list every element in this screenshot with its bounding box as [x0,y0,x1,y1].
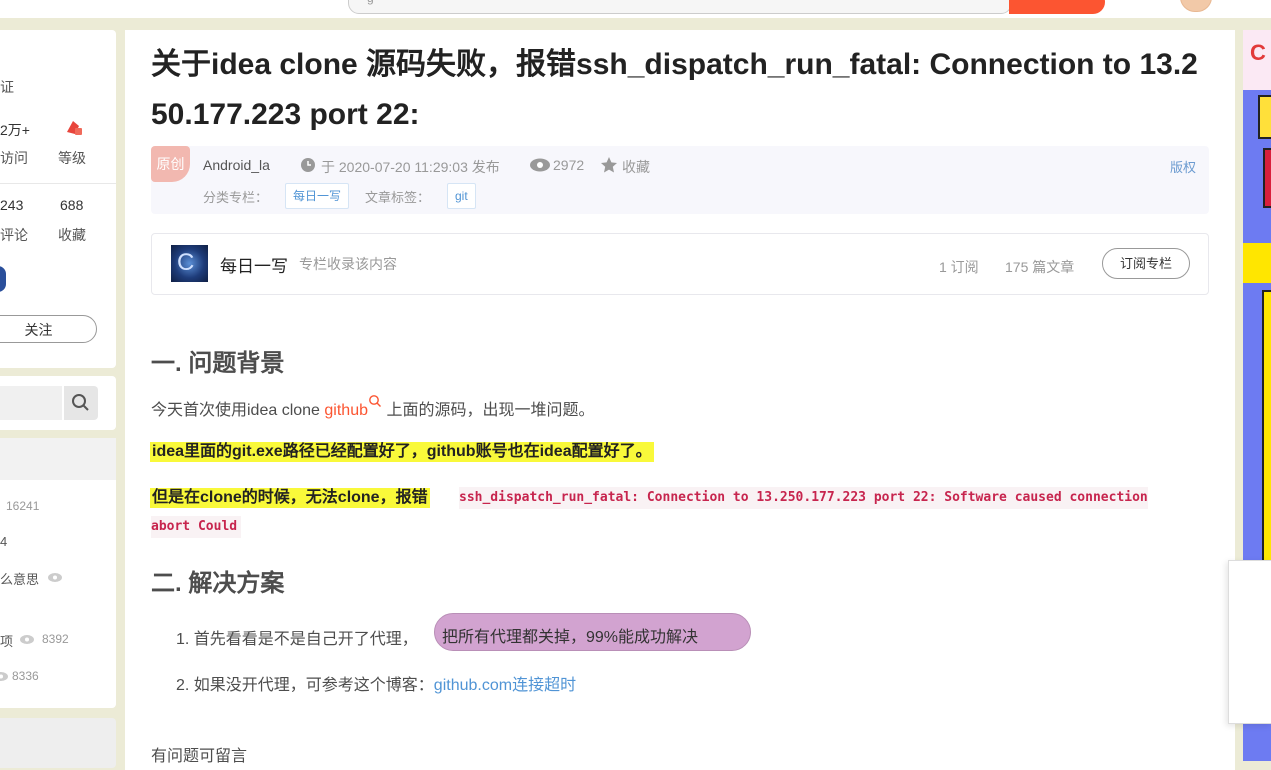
hot-count-5: 8336 [12,669,39,683]
search-icon [72,394,89,411]
highlight-text-2: 但是在clone的时候，无法clone，报错 [150,488,430,508]
view-count: 2972 [553,157,585,173]
ad-decoration [1258,95,1271,139]
paragraph-text: 今天首次使用idea clone [151,402,325,419]
column-logo[interactable]: C [171,245,208,282]
search-input[interactable]: g [348,0,1012,14]
ad-decoration [1243,243,1271,283]
star-icon [601,157,617,173]
original-badge: 原创 [151,146,190,182]
section-heading-1: 一. 问题背景 [151,350,285,377]
level-label: 等级 [58,150,86,166]
eye-icon [0,672,8,681]
search-icon: g [367,0,374,5]
author-name[interactable]: Android_la [203,157,270,173]
copyright-link[interactable]: 版权 [1170,157,1196,176]
category-tag[interactable]: 每日一写 [285,183,350,209]
article-tag[interactable]: git [447,183,476,209]
github-link[interactable]: github [324,402,368,419]
paragraph-1: 今天首次使用idea clone github 上面的源码，出现一堆问题。 [151,394,595,420]
sidebar-search-input[interactable] [0,386,62,420]
error-code-line-1: ssh_dispatch_run_fatal: Connection to 13… [459,487,1148,509]
column-article-count: 175 篇文章 [1005,259,1075,275]
sidebar-search-button[interactable] [64,386,98,420]
ad-decoration [1262,290,1271,564]
column-desc: 专栏收录该内容 [299,256,397,272]
favorites-label: 收藏 [58,227,86,243]
ad-logo-icon: C [1250,40,1266,65]
ad-decoration [1263,148,1271,208]
column-subscribers: 1 订阅 [939,259,979,275]
verify-label: 证 [0,79,14,95]
clock-icon [301,158,315,172]
paragraph-text: 上面的源码，出现一堆问题。 [382,402,595,419]
publish-time: 于 2020-07-20 11:29:03 发布 [321,159,500,175]
comments-value: 243 [0,197,24,213]
hot-title-2[interactable]: 4 [0,534,7,549]
category-label: 分类专栏： [203,190,269,205]
list-item-text: 2. 如果没开代理，可参考这个博客： [176,677,434,694]
list-item-1: 1. 首先看看是不是自己开了代理， [176,631,418,648]
list-item-2: 2. 如果没开代理，可参考这个博客：github.com连接超时 [176,671,576,695]
hot-count-1: 16241 [6,499,40,513]
comments-label: 评论 [0,227,28,243]
search-icon[interactable] [368,394,382,408]
highlight-text-1: idea里面的git.exe路径已经配置好了，github账号也在idea配置好… [150,442,654,462]
subscribe-column-button[interactable]: 订阅专栏 [1102,248,1190,279]
eye-icon [48,573,62,582]
search-button[interactable] [1009,0,1105,14]
hot-articles-header [0,438,116,480]
eye-icon [20,635,34,644]
tags-label: 文章标签： [365,190,431,205]
floating-toolbar[interactable] [1228,560,1271,724]
highlight-pill-text: 把所有代理都关掉，99%能成功解决 [442,629,699,646]
column-name[interactable]: 每日一写 [220,252,288,277]
eye-icon [530,158,550,172]
follow-button[interactable]: 关注 [0,315,97,343]
visits-label: 访问 [0,150,28,166]
level-icon [67,121,82,135]
error-code-line-2: abort Could [151,516,242,538]
hot-count-4: 8392 [42,632,69,646]
favorite-button[interactable]: 收藏 [622,157,650,177]
hot-title-4[interactable]: 项 [0,631,13,650]
article-title: 关于idea clone 源码失败，报错ssh_dispatch_run_fat… [151,48,1198,131]
section-heading-2: 二. 解决方案 [151,570,285,597]
footer-text: 有问题可留言 [151,748,248,765]
hot-title-3[interactable]: 么意思 [0,569,39,588]
visits-value: 2万+ [0,122,30,138]
blog-link[interactable]: github.com连接超时 [434,677,576,694]
divider [0,183,116,184]
favorites-value: 688 [60,197,84,213]
